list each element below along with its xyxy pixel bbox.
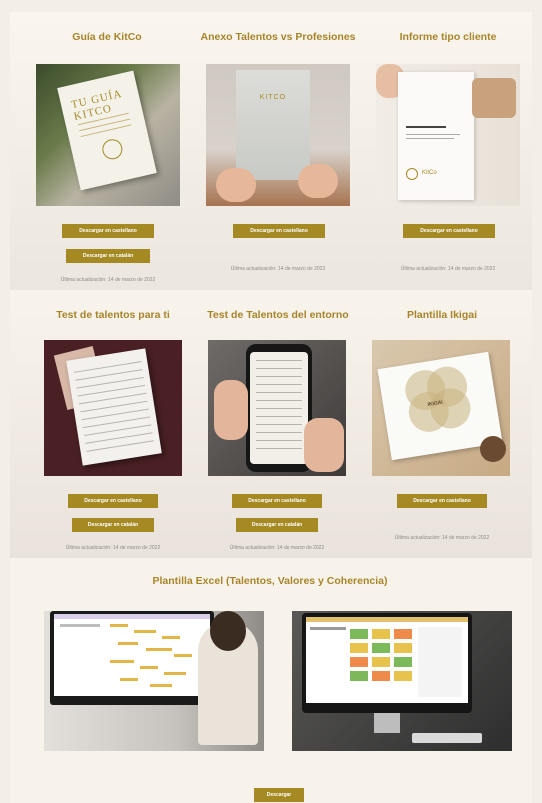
- kitco-logo-icon: [406, 168, 418, 180]
- guide-cover: TU GUÍA KITCO: [57, 70, 157, 191]
- self-talent-test-title: Test de talentos para ti: [56, 309, 170, 321]
- client-report-download-castellano-button[interactable]: Descargar en castellano: [403, 224, 495, 238]
- client-report-logo-text: KitCo: [422, 170, 437, 176]
- person-head: [210, 611, 246, 651]
- monitor: [302, 613, 472, 713]
- spreadsheet-screen: [54, 614, 210, 696]
- client-report-sheet: KitCo: [398, 72, 474, 200]
- annex-sheet-title: KITCO: [259, 94, 287, 101]
- phone: [246, 344, 312, 472]
- monitor: [50, 611, 214, 705]
- downloads-page: Guía de KitCo TU GUÍA KITCO Descargar en…: [0, 0, 542, 803]
- keyboard: [412, 733, 482, 743]
- hand-right: [304, 418, 344, 472]
- ikigai-updated-text: Última actualización: 14 de marzo de 202…: [394, 535, 490, 541]
- monitor-stand: [374, 713, 400, 733]
- self-test-download-catalan-button[interactable]: Descargar en catalán: [72, 518, 154, 532]
- guide-updated-text: Última actualización: 14 de marzo de 202…: [60, 277, 156, 283]
- hand-left: [216, 168, 256, 202]
- self-test-updated-text: Última actualización: 14 de marzo de 202…: [65, 545, 161, 551]
- ikigai-template-title: Plantilla Ikigai: [406, 309, 478, 321]
- annex-updated-text: Última actualización: 14 de marzo de 202…: [230, 266, 326, 272]
- guide-download-catalan-button[interactable]: Descargar en catalán: [66, 249, 150, 263]
- env-test-download-castellano-button[interactable]: Descargar en castellano: [232, 494, 322, 508]
- environment-talent-test-title: Test de Talentos del entorno: [207, 309, 349, 321]
- self-talent-test-thumbnail[interactable]: [44, 340, 182, 476]
- client-report-thumbnail[interactable]: KitCo: [376, 64, 520, 206]
- client-report-title: Informe tipo cliente: [399, 31, 497, 43]
- puzzle-piece: [472, 78, 516, 118]
- guide-download-castellano-button[interactable]: Descargar en castellano: [62, 224, 154, 238]
- ikigai-template-thumbnail[interactable]: IKIGAI: [372, 340, 510, 476]
- excel-template-title: Plantilla Excel (Talentos, Valores y Coh…: [152, 575, 388, 587]
- hand-right: [298, 164, 338, 198]
- environment-talent-test-thumbnail[interactable]: [208, 340, 346, 476]
- excel-preview-1[interactable]: [44, 611, 264, 751]
- annex-sheet: KITCO: [236, 70, 310, 180]
- kitco-emblem-icon: [100, 137, 125, 162]
- ikigai-download-castellano-button[interactable]: Descargar en castellano: [397, 494, 487, 508]
- self-test-download-castellano-button[interactable]: Descargar en castellano: [68, 494, 158, 508]
- hand-left: [214, 380, 248, 440]
- test-sheet: [66, 348, 162, 466]
- client-report-updated-text: Última actualización: 14 de marzo de 202…: [400, 266, 496, 272]
- guide-thumbnail[interactable]: TU GUÍA KITCO: [36, 64, 180, 206]
- ball-decoration: [480, 436, 506, 462]
- phone-screen: [250, 352, 308, 464]
- spreadsheet-screen: [306, 617, 468, 703]
- env-test-download-catalan-button[interactable]: Descargar en catalán: [236, 518, 318, 532]
- env-test-updated-text: Última actualización: 14 de marzo de 202…: [229, 545, 325, 551]
- annex-thumbnail[interactable]: KITCO: [206, 64, 350, 206]
- guide-title: Guía de KitCo: [72, 31, 142, 43]
- annex-title: Anexo Talentos vs Profesiones: [200, 31, 356, 43]
- excel-preview-2[interactable]: [292, 611, 512, 751]
- annex-download-castellano-button[interactable]: Descargar en castellano: [233, 224, 325, 238]
- excel-download-button[interactable]: Descargar: [254, 788, 304, 802]
